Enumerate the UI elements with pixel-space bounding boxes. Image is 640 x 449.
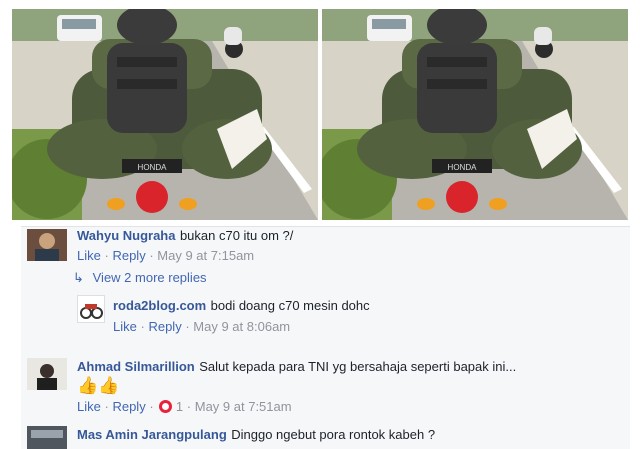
plate-text: HONDA (138, 163, 168, 172)
user-photo-icon (27, 426, 67, 449)
avatar[interactable] (27, 358, 67, 390)
separator-dot: · (185, 319, 190, 334)
reply-arrow-icon: ↳ (73, 270, 84, 285)
comment-actions: Like · Reply · May 9 at 7:15am (77, 248, 254, 264)
motorbike-photo-left[interactable]: HONDA (12, 9, 318, 220)
love-reaction-icon[interactable] (159, 400, 173, 413)
comment-text: bodi doang c70 mesin dohc (210, 298, 370, 313)
like-link[interactable]: Like (113, 319, 137, 334)
comment-text: Salut kepada para TNI yg bersahaja seper… (199, 359, 517, 374)
reply-link[interactable]: Reply (112, 399, 145, 414)
motorbike-photo-icon: HONDA (322, 9, 628, 220)
commenter-name[interactable]: Mas Amin Jarangpulang (77, 427, 227, 442)
blog-logo-icon (80, 304, 103, 319)
separator-dot: · (104, 248, 109, 263)
comment-timestamp[interactable]: May 9 at 7:15am (157, 248, 254, 263)
avatar[interactable] (77, 295, 105, 323)
plate-text: HONDA (448, 163, 478, 172)
view-more-replies[interactable]: ↳ View 2 more replies (73, 270, 207, 286)
reply-link[interactable]: Reply (148, 319, 181, 334)
reaction-count[interactable]: 1 (176, 399, 183, 414)
comment-text-row: Wahyu Nugraha bukan c70 itu om ?/ (77, 228, 293, 244)
reply-link[interactable]: Reply (112, 248, 145, 263)
shared-photos: HONDA HONDA (0, 0, 640, 222)
separator-dot: · (186, 399, 192, 414)
separator-dot: · (149, 248, 154, 263)
comment-timestamp[interactable]: May 9 at 8:06am (193, 319, 290, 334)
motorbike-photo-right[interactable]: HONDA (322, 9, 628, 220)
separator-dot: · (140, 319, 145, 334)
comment-text-row: Ahmad Silmarillion Salut kepada para TNI… (77, 359, 516, 375)
comment-text: Dinggo ngebut pora rontok kabeh ? (231, 427, 436, 442)
separator-dot: · (104, 399, 109, 414)
separator-dot: · (149, 399, 154, 414)
like-link[interactable]: Like (77, 248, 101, 263)
thumbs-up-emoji-icon: 👍👍 (77, 376, 120, 395)
reply-text-row: roda2blog.com bodi doang c70 mesin dohc (113, 298, 370, 314)
commenter-name[interactable]: roda2blog.com (113, 298, 206, 313)
comment-text: bukan c70 itu om ?/ (179, 228, 294, 243)
reply-actions: Like · Reply · May 9 at 8:06am (113, 319, 290, 335)
avatar[interactable] (27, 229, 67, 261)
user-photo-icon (27, 229, 67, 261)
user-photo-icon (27, 358, 67, 390)
commenter-name[interactable]: Ahmad Silmarillion (77, 359, 195, 374)
view-more-replies-link[interactable]: View 2 more replies (93, 270, 207, 285)
like-link[interactable]: Like (77, 399, 101, 414)
avatar[interactable] (27, 426, 67, 449)
motorbike-photo-icon: HONDA (12, 9, 318, 220)
comments-section: Wahyu Nugraha bukan c70 itu om ?/ Like ·… (21, 226, 630, 449)
comment-timestamp[interactable]: May 9 at 7:51am (195, 399, 292, 414)
comment-text-row: Mas Amin Jarangpulang Dinggo ngebut pora… (77, 427, 435, 443)
comment-actions: Like · Reply · 1 · May 9 at 7:51am (77, 399, 292, 415)
commenter-name[interactable]: Wahyu Nugraha (77, 228, 175, 243)
